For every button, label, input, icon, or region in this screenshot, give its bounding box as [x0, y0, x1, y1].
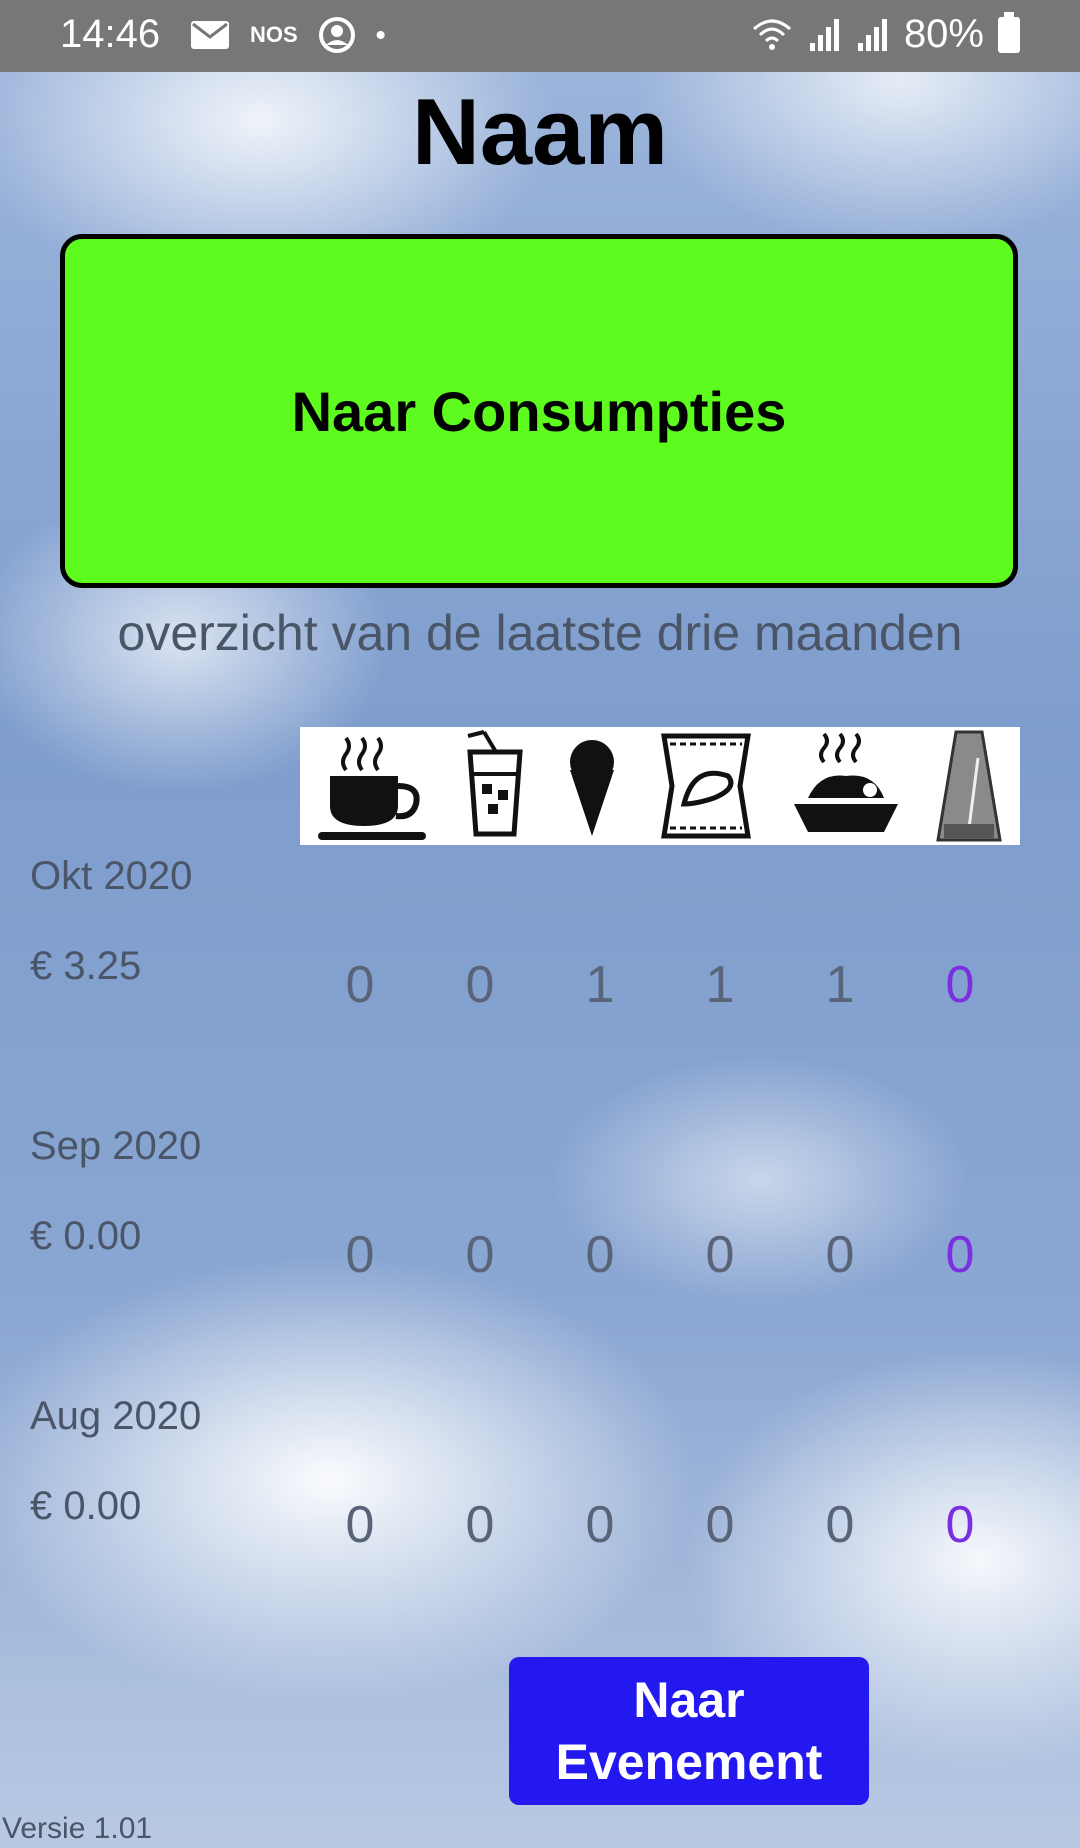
signal-icon-2 — [857, 18, 887, 51]
count-metronome: 0 — [945, 956, 975, 1014]
status-left-icons: NOS • — [190, 16, 386, 54]
version-label: Versie 1.01 — [2, 1812, 153, 1845]
count-chips: 1 — [705, 956, 735, 1014]
count-ice-cream: 1 — [585, 956, 615, 1014]
count-drink: 0 — [465, 1226, 495, 1284]
carrier-label: NOS — [250, 22, 298, 47]
metronome-icon — [936, 730, 1002, 842]
naar-consumpties-button[interactable]: Naar Consumpties — [60, 234, 1018, 588]
count-coffee: 0 — [345, 1226, 375, 1284]
count-drink: 0 — [465, 1496, 495, 1554]
ice-cream-icon — [570, 740, 614, 836]
consumption-icon-strip — [300, 727, 1020, 845]
page-title: Naam — [411, 79, 669, 184]
month-amount: € 0.00 — [30, 1484, 142, 1528]
mail-icon — [191, 21, 229, 49]
month-amount: € 0.00 — [30, 1214, 142, 1258]
evenement-button-line2: Evenement — [555, 1734, 823, 1790]
battery-percent: 80% — [903, 12, 984, 56]
drink-icon — [467, 730, 523, 837]
count-metronome: 0 — [945, 1496, 975, 1554]
count-meal: 1 — [825, 956, 855, 1014]
count-meal: 0 — [825, 1226, 855, 1284]
count-ice-cream: 0 — [585, 1496, 615, 1554]
month-amount: € 3.25 — [30, 944, 142, 988]
naar-evenement-button[interactable]: Naar Evenement — [509, 1657, 869, 1805]
chips-icon — [661, 733, 751, 839]
count-coffee: 0 — [345, 956, 375, 1014]
count-coffee: 0 — [345, 1496, 375, 1554]
signal-icon — [809, 18, 839, 51]
count-metronome: 0 — [945, 1226, 975, 1284]
month-label: Aug 2020 — [30, 1394, 202, 1438]
evenement-button-line1: Naar — [633, 1672, 745, 1728]
wifi-icon — [752, 19, 791, 50]
count-chips: 0 — [705, 1226, 735, 1284]
count-meal: 0 — [825, 1496, 855, 1554]
overview-subtitle: overzicht van de laatste drie maanden — [117, 605, 963, 661]
battery-icon — [998, 11, 1020, 53]
count-drink: 0 — [465, 956, 495, 1014]
meal-icon — [794, 732, 898, 832]
count-ice-cream: 0 — [585, 1226, 615, 1284]
account-circle-icon — [318, 17, 355, 53]
status-time: 14:46 — [60, 12, 161, 56]
dot-icon: • — [375, 19, 386, 50]
status-bar: 14:46 NOS • 80% — [0, 0, 1080, 72]
month-label: Okt 2020 — [30, 854, 193, 898]
count-chips: 0 — [705, 1496, 735, 1554]
month-label: Sep 2020 — [30, 1124, 202, 1168]
coffee-icon — [318, 736, 426, 840]
status-right-icons: 80% — [750, 11, 1020, 57]
